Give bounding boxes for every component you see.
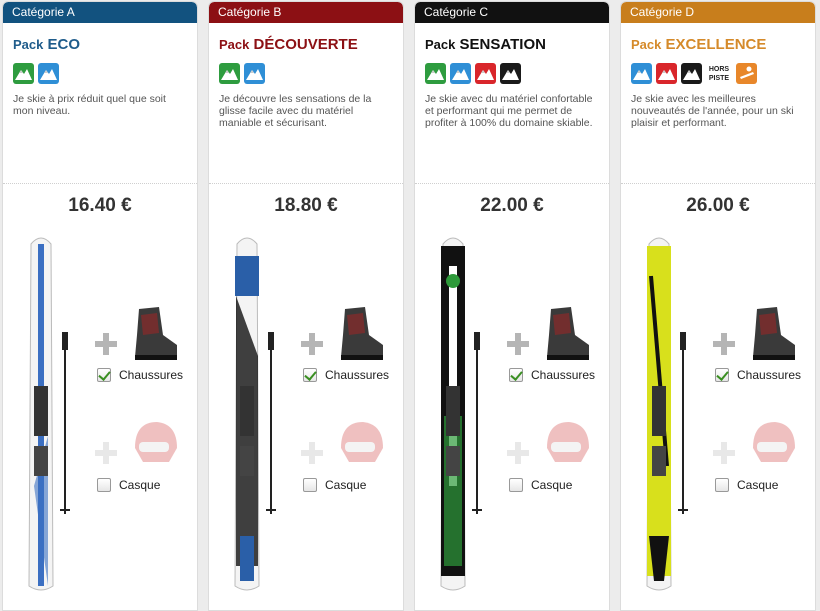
- plus-icon: [301, 442, 323, 464]
- helmet-image: [129, 418, 179, 470]
- boots-checkbox[interactable]: [715, 368, 729, 382]
- plus-icon: [95, 442, 117, 464]
- boots-checkbox[interactable]: [97, 368, 111, 382]
- category-header: Catégorie D: [621, 2, 815, 23]
- difficulty-blue-icon: [631, 62, 652, 84]
- ski-pole-image: [471, 330, 483, 520]
- category-header: Catégorie B: [209, 2, 403, 23]
- pack-prefix: Pack: [219, 37, 250, 52]
- difficulty-green-icon: [425, 62, 446, 84]
- pack-title: Pack DÉCOUVERTE: [219, 36, 403, 53]
- helmet-option[interactable]: Casque: [97, 478, 160, 492]
- helmet-label: Casque: [531, 478, 573, 492]
- helmet-option[interactable]: Casque: [303, 478, 366, 492]
- pack-description: Je découvre les sensations de la glisse …: [219, 93, 372, 129]
- ski-pole-image: [265, 330, 277, 520]
- ski-boot-image: [129, 305, 179, 361]
- pack-prefix: Pack: [425, 37, 456, 52]
- price: 26.00 €: [686, 195, 750, 216]
- price: 16.40 €: [68, 195, 132, 216]
- category-header: Catégorie A: [3, 2, 197, 23]
- difficulty-green-icon: [13, 62, 34, 84]
- ski-image: [232, 236, 262, 596]
- divider: [621, 183, 815, 184]
- plus-icon: [301, 333, 323, 355]
- boots-option[interactable]: Chaussures: [715, 368, 801, 382]
- helmet-checkbox[interactable]: [509, 478, 523, 492]
- boots-option[interactable]: Chaussures: [509, 368, 595, 382]
- ski-boot-image: [335, 305, 385, 361]
- pack-name: ECO: [47, 36, 81, 53]
- skier-offpiste-icon: [736, 62, 757, 84]
- difficulty-red-icon: [656, 62, 677, 84]
- divider: [209, 183, 403, 184]
- difficulty-levels: HORS PISTE: [631, 62, 815, 84]
- ski-image: [438, 236, 468, 596]
- ski-pole-image: [677, 330, 689, 520]
- pack-name: SENSATION: [459, 36, 546, 53]
- helmet-checkbox[interactable]: [715, 478, 729, 492]
- plus-icon: [713, 333, 735, 355]
- pack-description: Je skie avec les meilleures nouveautés d…: [631, 93, 794, 129]
- ski-boot-image: [541, 305, 591, 361]
- helmet-image: [747, 418, 797, 470]
- pack-description: Je skie à prix réduit quel que soit mon …: [13, 93, 166, 117]
- difficulty-red-icon: [475, 62, 496, 84]
- pack-card-3[interactable]: Catégorie C Pack SENSATION Je skie avec du…: [414, 1, 610, 611]
- helmet-image: [335, 418, 385, 470]
- helmet-checkbox[interactable]: [303, 478, 317, 492]
- pack-card-2[interactable]: Catégorie B Pack DÉCOUVERTE Je découvre le…: [208, 1, 404, 611]
- ski-boot-image: [747, 305, 797, 361]
- boots-label: Chaussures: [737, 368, 802, 382]
- helmet-checkbox[interactable]: [97, 478, 111, 492]
- price: 18.80 €: [274, 195, 338, 216]
- plus-icon: [95, 333, 117, 355]
- difficulty-levels: [13, 62, 197, 84]
- helmet-option[interactable]: Casque: [509, 478, 572, 492]
- helmet-option[interactable]: Casque: [715, 478, 778, 492]
- boots-checkbox[interactable]: [509, 368, 523, 382]
- difficulty-blue-icon: [244, 62, 265, 84]
- pack-prefix: Pack: [631, 37, 662, 52]
- difficulty-black-icon: [500, 62, 521, 84]
- ski-image: [644, 236, 674, 596]
- pack-card-1[interactable]: Catégorie A Pack ECO Je skie à prix réduit…: [2, 1, 198, 611]
- helmet-label: Casque: [119, 478, 161, 492]
- boots-label: Chaussures: [119, 368, 184, 382]
- pack-description: Je skie avec du matériel confortable et …: [425, 93, 593, 129]
- boots-option[interactable]: Chaussures: [303, 368, 389, 382]
- difficulty-black-icon: [681, 62, 702, 84]
- helmet-label: Casque: [325, 478, 367, 492]
- difficulty-levels: [425, 62, 609, 84]
- boots-label: Chaussures: [325, 368, 390, 382]
- pack-row: Catégorie A Pack ECO Je skie à prix réduit…: [2, 1, 818, 611]
- ski-image: [26, 236, 56, 596]
- hors-piste-label: HORS PISTE: [708, 65, 730, 82]
- difficulty-levels: [219, 62, 403, 84]
- pack-prefix: Pack: [13, 37, 44, 52]
- helmet-image: [541, 418, 591, 470]
- divider: [415, 183, 609, 184]
- boots-checkbox[interactable]: [303, 368, 317, 382]
- boots-option[interactable]: Chaussures: [97, 368, 183, 382]
- price: 22.00 €: [480, 195, 544, 216]
- divider: [3, 183, 197, 184]
- pack-title: Pack SENSATION: [425, 36, 609, 53]
- helmet-label: Casque: [737, 478, 779, 492]
- pack-title: Pack EXCELLENCE: [631, 36, 815, 53]
- difficulty-blue-icon: [38, 62, 59, 84]
- boots-label: Chaussures: [531, 368, 596, 382]
- plus-icon: [713, 442, 735, 464]
- plus-icon: [507, 442, 529, 464]
- difficulty-blue-icon: [450, 62, 471, 84]
- difficulty-green-icon: [219, 62, 240, 84]
- pack-title: Pack ECO: [13, 36, 197, 53]
- pack-card-4[interactable]: Catégorie D Pack EXCELLENCE HORS PISTE Je s…: [620, 1, 816, 611]
- pack-name: DÉCOUVERTE: [253, 36, 358, 53]
- plus-icon: [507, 333, 529, 355]
- pack-name: EXCELLENCE: [665, 36, 767, 53]
- category-header: Catégorie C: [415, 2, 609, 23]
- ski-pole-image: [59, 330, 71, 520]
